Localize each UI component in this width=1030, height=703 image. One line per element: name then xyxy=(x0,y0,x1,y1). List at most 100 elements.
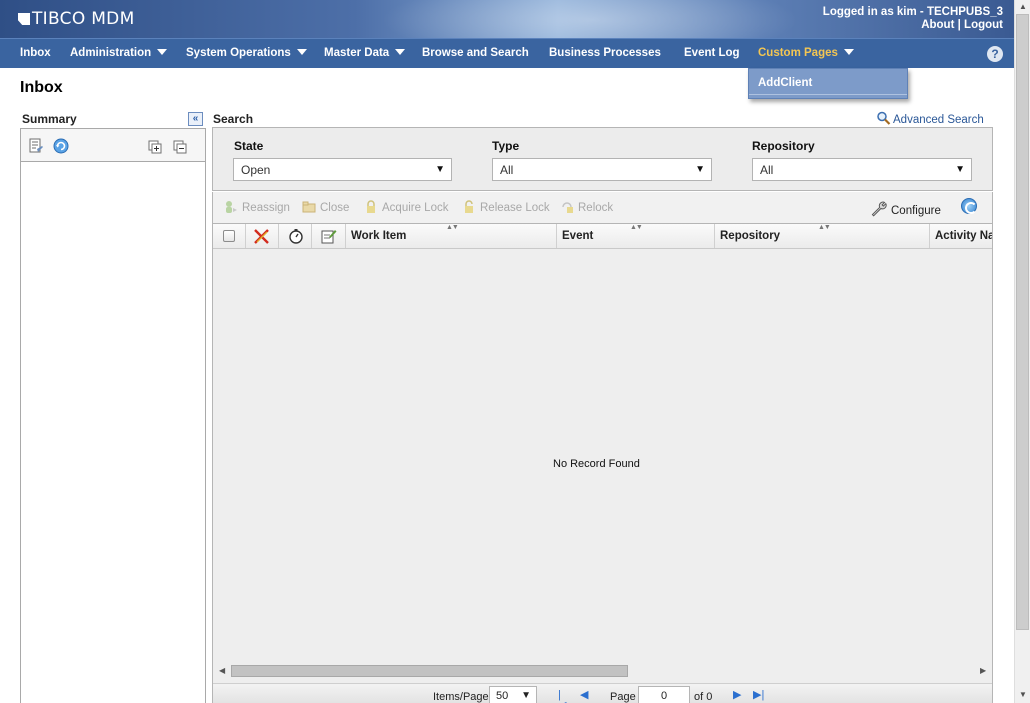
scroll-left-icon[interactable]: ◀ xyxy=(219,666,225,675)
page-label: Page xyxy=(610,691,636,703)
edit-document-icon xyxy=(321,230,337,244)
nav-event-log[interactable]: Event Log xyxy=(684,47,740,59)
repository-label: Repository xyxy=(752,139,815,153)
unlock-icon xyxy=(465,200,473,213)
release-lock-button[interactable]: Release Lock xyxy=(462,200,550,214)
nav-custom-pages[interactable]: Custom Pages xyxy=(758,47,854,59)
window-scroll-thumb[interactable] xyxy=(1016,14,1029,630)
nav-business-processes[interactable]: Business Processes xyxy=(549,47,661,59)
advanced-search-label: Advanced Search xyxy=(893,114,984,126)
custom-pages-menu: AddClient xyxy=(748,68,908,99)
first-page-icon[interactable]: |◀ xyxy=(558,690,569,703)
advanced-search-link[interactable]: Advanced Search xyxy=(876,111,984,126)
link-separator: | xyxy=(957,19,961,31)
column-event-label: Event xyxy=(562,230,594,242)
chevron-down-icon xyxy=(157,49,168,55)
nav-business-processes-label: Business Processes xyxy=(549,47,661,59)
column-activity-name[interactable]: Activity Na xyxy=(930,224,992,248)
tibco-logo: TIBCO MDM xyxy=(18,9,135,29)
column-event[interactable]: Event ▲▼ xyxy=(557,224,715,248)
dropdown-arrow-icon: ▼ xyxy=(435,164,445,175)
select-all-checkbox[interactable] xyxy=(223,230,235,242)
column-repository[interactable]: Repository ▲▼ xyxy=(715,224,930,248)
next-page-icon[interactable]: ▶ xyxy=(733,690,744,701)
configure-button[interactable]: Configure xyxy=(870,200,941,217)
state-label: State xyxy=(234,139,264,153)
collapse-panel-icon[interactable]: « xyxy=(188,112,203,126)
dropdown-arrow-icon: ▼ xyxy=(695,164,705,175)
about-link[interactable]: About xyxy=(921,19,954,31)
items-per-page-select[interactable]: 50 ▼ xyxy=(489,686,537,703)
logout-link[interactable]: Logout xyxy=(964,19,1003,31)
stopwatch-icon xyxy=(289,229,303,244)
scroll-thumb[interactable] xyxy=(231,665,628,677)
window-scrollbar[interactable]: ▲ ▼ xyxy=(1014,0,1030,703)
priority-column[interactable] xyxy=(246,224,279,248)
help-icon[interactable]: ? xyxy=(987,46,1003,62)
magnifier-icon xyxy=(877,111,891,125)
reassign-button[interactable]: Reassign xyxy=(224,200,290,214)
column-work-item[interactable]: Work Item ▲▼ xyxy=(346,224,557,248)
refresh-icon[interactable] xyxy=(53,138,69,154)
logo-text: TIBCO MDM xyxy=(32,9,135,29)
nav-master-data[interactable]: Master Data xyxy=(324,47,406,59)
empty-message: No Record Found xyxy=(553,458,640,470)
nav-inbox-label: Inbox xyxy=(20,47,51,59)
expand-all-icon[interactable] xyxy=(147,138,163,154)
scroll-up-icon[interactable]: ▲ xyxy=(1019,2,1027,11)
nav-custom-pages-label: Custom Pages xyxy=(758,47,838,59)
nav-administration[interactable]: Administration xyxy=(70,47,168,59)
previous-page-icon[interactable]: ◀ xyxy=(580,690,591,701)
wrench-icon xyxy=(871,201,887,217)
column-repository-label: Repository xyxy=(720,230,781,242)
inbox-grid: Work Item ▲▼ Event ▲▼ Repository ▲▼ Acti… xyxy=(212,223,993,703)
items-per-page-label: Items/Page xyxy=(433,691,489,703)
horizontal-scrollbar[interactable]: ◀ ▶ xyxy=(217,664,990,679)
repository-value: All xyxy=(760,163,774,177)
user-links: About | Logout xyxy=(823,19,1003,32)
grid-refresh-icon[interactable] xyxy=(961,198,977,214)
state-select[interactable]: Open ▼ xyxy=(233,158,452,181)
edit-column[interactable] xyxy=(312,224,346,248)
dropdown-arrow-icon: ▼ xyxy=(955,164,965,175)
chevron-down-icon xyxy=(843,49,854,55)
report-icon[interactable] xyxy=(28,138,44,154)
configure-label: Configure xyxy=(891,205,941,217)
chevron-down-icon xyxy=(296,49,307,55)
last-page-icon[interactable]: ▶| xyxy=(753,690,764,701)
search-panel: State Open ▼ Type All ▼ Repository All ▼ xyxy=(212,127,993,191)
summary-panel xyxy=(20,128,206,703)
scroll-down-icon[interactable]: ▼ xyxy=(1019,690,1027,699)
type-value: All xyxy=(500,163,514,177)
nav-inbox[interactable]: Inbox xyxy=(20,47,51,59)
acquire-lock-button[interactable]: Acquire Lock xyxy=(364,200,448,214)
header-decoration xyxy=(380,0,800,38)
summary-toolbar xyxy=(21,129,205,162)
type-select[interactable]: All ▼ xyxy=(492,158,712,181)
relock-button[interactable]: Relock xyxy=(560,200,613,214)
sort-icon: ▲▼ xyxy=(630,224,643,231)
nav-system-operations-label: System Operations xyxy=(186,47,291,59)
nav-browse-and-search[interactable]: Browse and Search xyxy=(422,47,529,59)
search-heading: Search xyxy=(213,112,254,126)
repository-select[interactable]: All ▼ xyxy=(752,158,972,181)
nav-browse-and-search-label: Browse and Search xyxy=(422,47,529,59)
close-button[interactable]: Close xyxy=(302,200,349,214)
folder-close-icon xyxy=(302,201,316,213)
cancel-pencil-icon xyxy=(254,229,269,244)
summary-heading: Summary xyxy=(22,112,77,126)
select-all-cell xyxy=(213,224,246,248)
menu-item-addclient[interactable]: AddClient xyxy=(758,77,812,89)
app-header: TIBCO MDM Logged in as kim - TECHPUBS_3 … xyxy=(0,0,1014,38)
release-lock-label: Release Lock xyxy=(480,202,550,214)
timer-column[interactable] xyxy=(279,224,312,248)
nav-system-operations[interactable]: System Operations xyxy=(186,47,307,59)
page-title: Inbox xyxy=(20,79,63,96)
page-number-input[interactable]: 0 xyxy=(638,686,690,703)
reassign-label: Reassign xyxy=(242,202,290,214)
collapse-all-icon[interactable] xyxy=(172,138,188,154)
relock-icon xyxy=(562,202,573,213)
inbox-toolbar: Reassign Close Acquire Lock Release Lock… xyxy=(212,192,993,223)
grid-header: Work Item ▲▼ Event ▲▼ Repository ▲▼ Acti… xyxy=(213,224,992,249)
scroll-right-icon[interactable]: ▶ xyxy=(980,666,986,675)
